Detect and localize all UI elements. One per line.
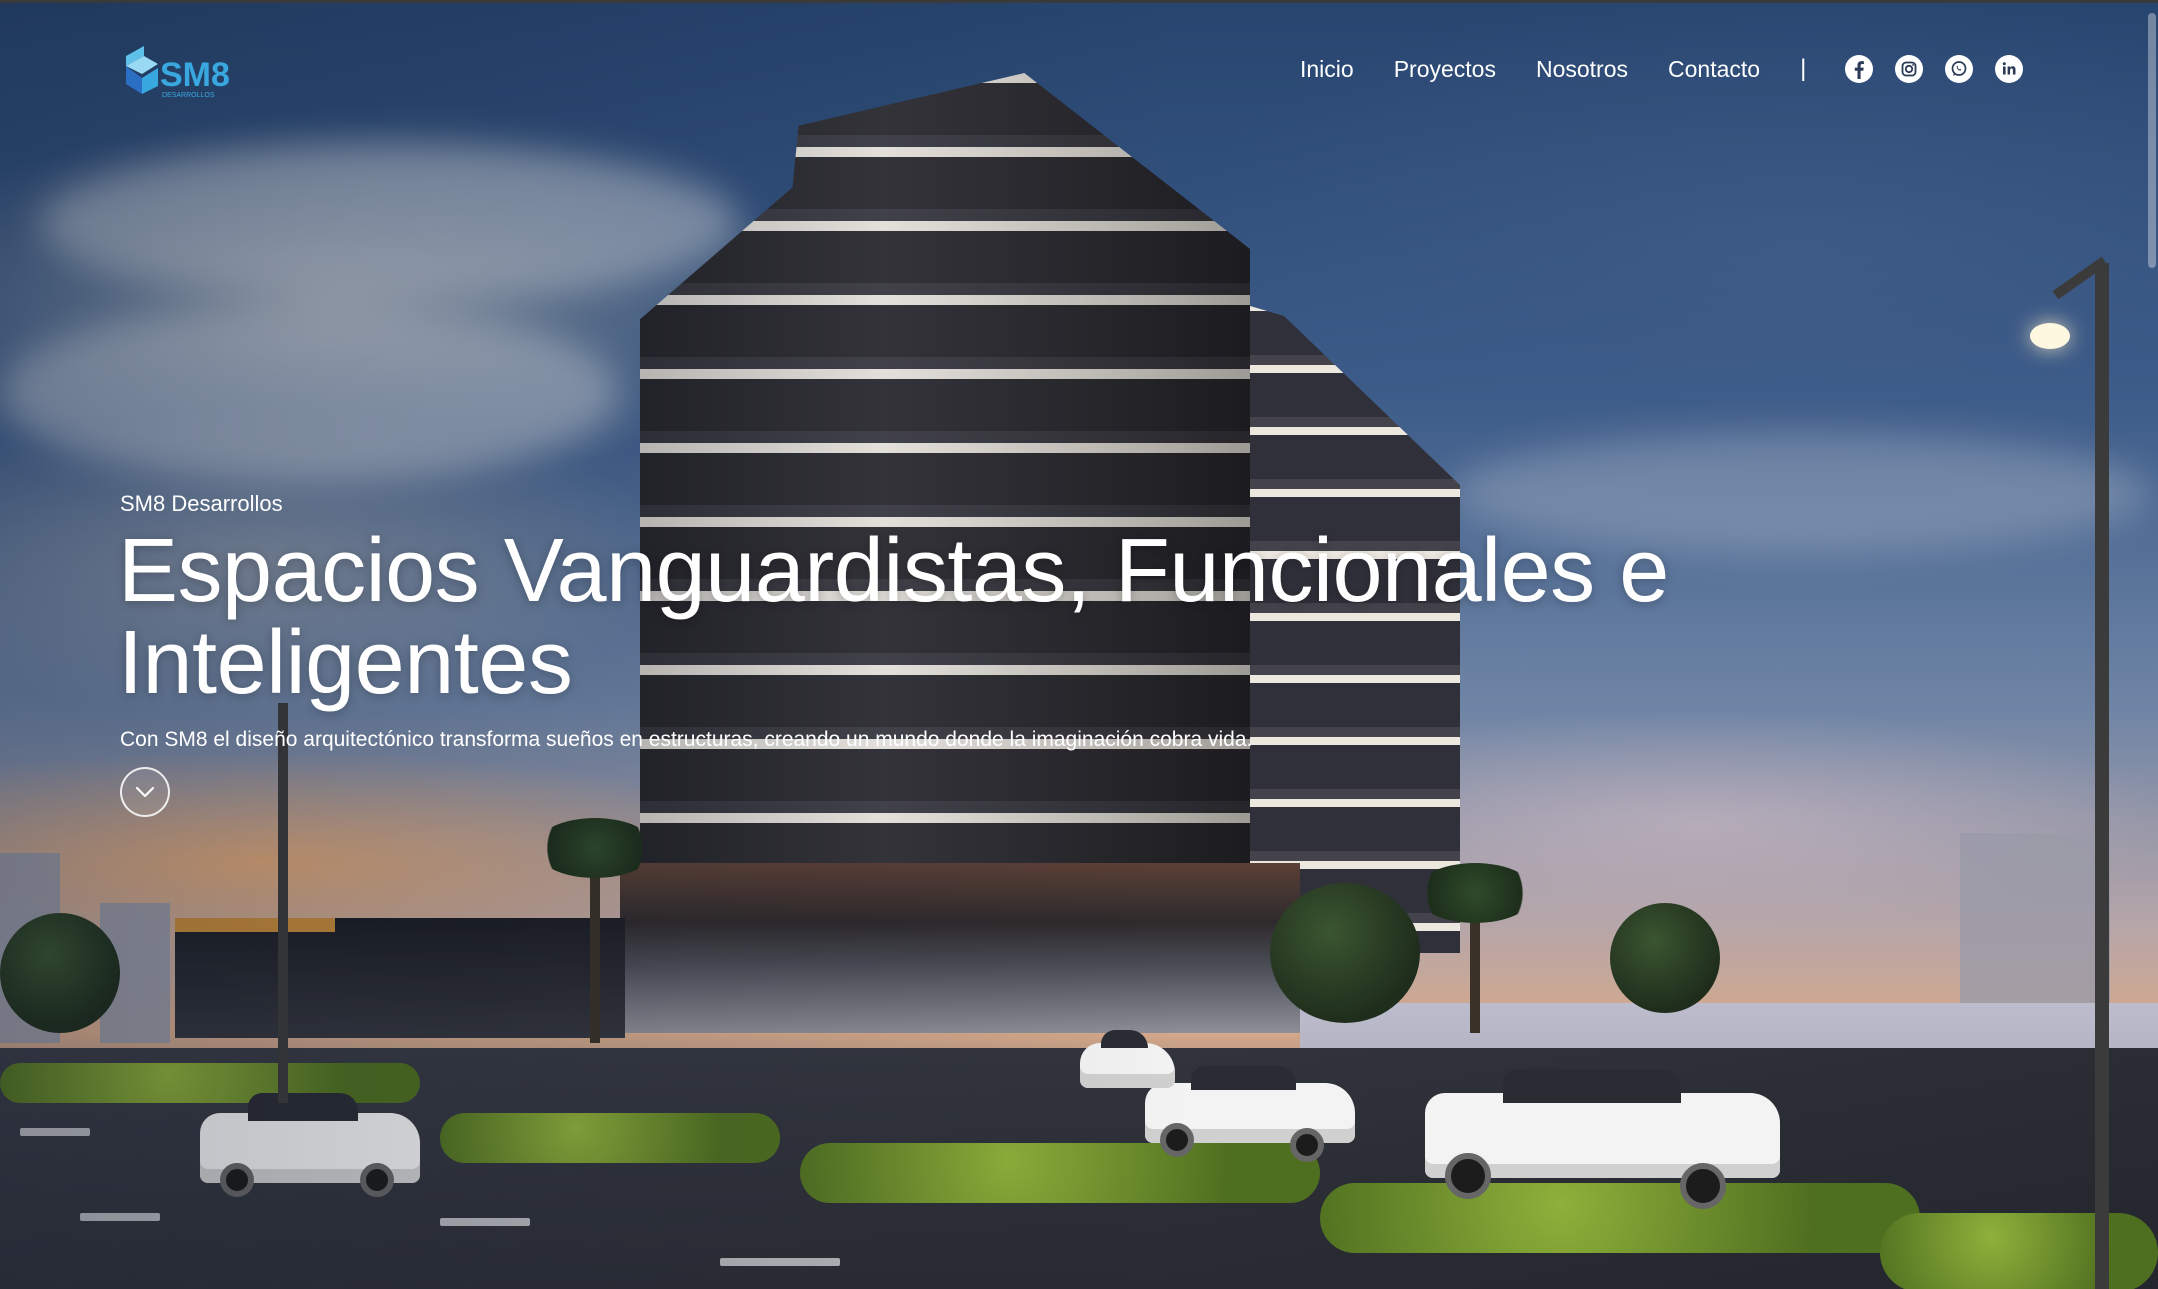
- nav-item-inicio[interactable]: Inicio: [1300, 56, 1354, 83]
- linkedin-icon[interactable]: [1994, 54, 2024, 84]
- logo-text: SM8: [160, 56, 230, 94]
- hero-headline-line2: Inteligentes: [118, 613, 573, 713]
- main-nav: Inicio Proyectos Nosotros Contacto |: [1300, 54, 2024, 84]
- sm8-logo[interactable]: SM8 DESARROLLOS: [120, 38, 250, 102]
- facebook-icon[interactable]: [1844, 54, 1874, 84]
- instagram-icon[interactable]: [1894, 54, 1924, 84]
- nav-separator: |: [1800, 55, 1807, 82]
- chevron-down-icon: [135, 786, 155, 798]
- logo-subtext: DESARROLLOS: [162, 92, 215, 99]
- nav-item-nosotros[interactable]: Nosotros: [1536, 56, 1628, 83]
- hero-headline: Espacios Vanguardistas, Funcionales e In…: [118, 525, 1818, 709]
- nav-item-proyectos[interactable]: Proyectos: [1394, 56, 1496, 83]
- hero-headline-line1: Espacios Vanguardistas, Funcionales e: [118, 521, 1669, 621]
- scroll-down-button[interactable]: [120, 767, 170, 817]
- nav-item-contacto[interactable]: Contacto: [1668, 56, 1760, 83]
- social-links: [1824, 54, 2024, 84]
- page-scrollbar[interactable]: [2146, 3, 2158, 1289]
- hero-subtitle: Con SM8 el diseño arquitectónico transfo…: [120, 728, 1253, 751]
- hero-eyebrow: SM8 Desarrollos: [120, 491, 283, 516]
- whatsapp-icon[interactable]: [1944, 54, 1974, 84]
- scrollbar-thumb[interactable]: [2148, 13, 2156, 268]
